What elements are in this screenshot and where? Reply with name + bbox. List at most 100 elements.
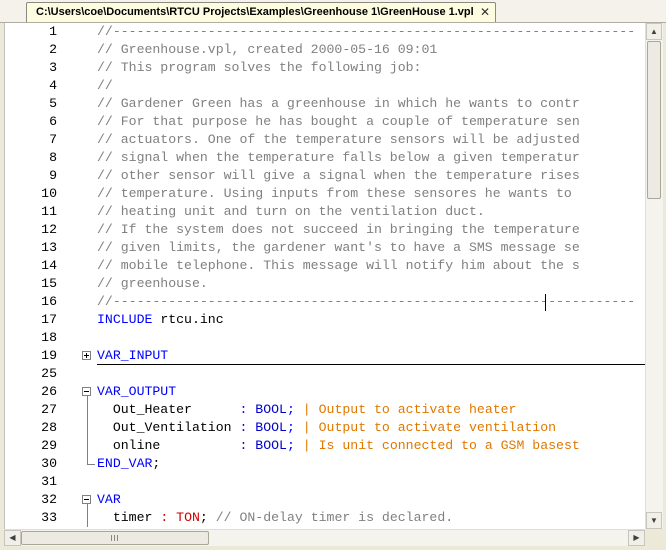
line-number: 26 bbox=[41, 384, 57, 399]
code-token: // temperature. Using inputs from these … bbox=[97, 186, 580, 201]
scroll-left-button[interactable]: ◀ bbox=[4, 530, 21, 546]
code-token: | Output to activate heater bbox=[302, 402, 517, 417]
code-line[interactable]: 30 END_VAR; bbox=[5, 455, 646, 473]
vertical-scroll-thumb[interactable] bbox=[647, 41, 661, 199]
code-token: ; bbox=[286, 402, 295, 417]
fold-end-marker bbox=[81, 455, 95, 473]
tab-strip: C:\Users\coe\Documents\RTCU Projects\Exa… bbox=[0, 0, 666, 23]
code-line[interactable]: 28 Out_Ventilation : BOOL; | Output to a… bbox=[5, 419, 646, 437]
file-tab[interactable]: C:\Users\coe\Documents\RTCU Projects\Exa… bbox=[26, 2, 496, 22]
horizontal-scroll-thumb[interactable] bbox=[21, 531, 209, 545]
line-number: 3 bbox=[49, 60, 57, 75]
file-tab-title: C:\Users\coe\Documents\RTCU Projects\Exa… bbox=[36, 6, 474, 18]
code-line[interactable]: 2 // Greenhouse.vpl, created 2000-05-16 0… bbox=[5, 41, 646, 59]
code-token: ; bbox=[199, 510, 216, 525]
code-token: // greenhouse. bbox=[97, 276, 208, 291]
fold-collapse-icon[interactable] bbox=[81, 383, 95, 401]
line-number: 11 bbox=[41, 204, 57, 219]
code-text: //--------------------------------------… bbox=[97, 23, 635, 41]
code-text: // bbox=[97, 77, 113, 95]
fold-expand-icon[interactable] bbox=[81, 347, 95, 365]
code-token: Out_Heater bbox=[97, 402, 240, 417]
code-line[interactable]: 7 // actuators. One of the temperature se… bbox=[5, 131, 646, 149]
line-number: 14 bbox=[41, 258, 57, 273]
vertical-scrollbar[interactable]: ▲ ▼ bbox=[645, 23, 663, 529]
code-line[interactable]: 5 // Gardener Green has a greenhouse in w… bbox=[5, 95, 646, 113]
code-line[interactable]: 6 // For that purpose he has bought a cou… bbox=[5, 113, 646, 131]
code-token: | Output to activate ventilation bbox=[302, 420, 557, 435]
code-line[interactable]: 13 // given limits, the gardener want's t… bbox=[5, 239, 646, 257]
line-number: 27 bbox=[41, 402, 57, 417]
code-token: INCLUDE bbox=[97, 312, 153, 327]
code-text: // temperature. Using inputs from these … bbox=[97, 185, 580, 203]
code-line[interactable]: 33 timer : TON; // ON-delay timer is dec… bbox=[5, 509, 646, 527]
code-token: // If the system does not succeed in bri… bbox=[97, 222, 580, 237]
code-text: // Gardener Green has a greenhouse in wh… bbox=[97, 95, 580, 113]
code-line[interactable]: 12 // If the system does not succeed in b… bbox=[5, 221, 646, 239]
line-number: 1 bbox=[49, 24, 57, 39]
code-line[interactable]: 25 bbox=[5, 365, 646, 383]
code-line[interactable]: 26 VAR_OUTPUT bbox=[5, 383, 646, 401]
code-text: // other sensor will give a signal when … bbox=[97, 167, 580, 185]
line-number: 18 bbox=[41, 330, 57, 345]
code-token: // given limits, the gardener want's to … bbox=[97, 240, 580, 255]
code-line[interactable]: 1 //-------------------------------------… bbox=[5, 23, 646, 41]
code-text: Out_Ventilation : BOOL; | Output to acti… bbox=[97, 419, 556, 437]
code-token: VAR bbox=[97, 492, 121, 507]
window-bottom-edge bbox=[0, 546, 645, 550]
text-caret bbox=[545, 294, 546, 311]
code-token: online bbox=[97, 438, 240, 453]
code-line[interactable]: 27 Out_Heater : BOOL; | Output to activa… bbox=[5, 401, 646, 419]
code-token: BOOL bbox=[255, 420, 287, 435]
code-line[interactable]: 32 VAR bbox=[5, 491, 646, 509]
code-line[interactable]: 14 // mobile telephone. This message will… bbox=[5, 257, 646, 275]
code-line[interactable]: 19 VAR_INPUT bbox=[5, 347, 646, 365]
code-line[interactable]: 3 // This program solves the following jo… bbox=[5, 59, 646, 77]
line-number: 4 bbox=[49, 78, 57, 93]
code-editor[interactable]: 1 //-------------------------------------… bbox=[4, 23, 646, 529]
code-line[interactable]: 8 // signal when the temperature falls be… bbox=[5, 149, 646, 167]
scroll-right-button[interactable]: ▶ bbox=[628, 530, 645, 546]
line-number: 5 bbox=[49, 96, 57, 111]
code-token: // ON-delay timer is declared. bbox=[215, 510, 454, 525]
horizontal-scrollbar[interactable]: ◀ ▶ bbox=[4, 529, 645, 547]
code-text: // greenhouse. bbox=[97, 275, 208, 293]
code-line[interactable]: 18 bbox=[5, 329, 646, 347]
line-number: 10 bbox=[41, 186, 57, 201]
code-text: // If the system does not succeed in bri… bbox=[97, 221, 580, 239]
code-line[interactable]: 29 online : BOOL; | Is unit connected to… bbox=[5, 437, 646, 455]
code-line[interactable]: 11 // heating unit and turn on the ventil… bbox=[5, 203, 646, 221]
code-token: // Gardener Green has a greenhouse in wh… bbox=[97, 96, 580, 111]
code-line[interactable]: 9 // other sensor will give a signal when… bbox=[5, 167, 646, 185]
code-line[interactable]: 15 // greenhouse. bbox=[5, 275, 646, 293]
code-line[interactable]: 4 // bbox=[5, 77, 646, 95]
code-token: // For that purpose he has bought a coup… bbox=[97, 114, 580, 129]
fold-collapse-icon[interactable] bbox=[81, 491, 95, 509]
code-text: Out_Heater : BOOL; | Output to activate … bbox=[97, 401, 517, 419]
close-tab-icon[interactable]: ✕ bbox=[480, 3, 490, 21]
code-token: //--------------------------------------… bbox=[97, 24, 636, 39]
line-number: 30 bbox=[41, 456, 57, 471]
code-line[interactable]: 16 //------------------------------------… bbox=[5, 293, 646, 311]
code-token: BOOL bbox=[255, 438, 287, 453]
code-line[interactable]: 31 bbox=[5, 473, 646, 491]
fold-guide-line bbox=[81, 419, 95, 437]
line-number: 7 bbox=[49, 132, 57, 147]
code-token: timer bbox=[97, 510, 161, 525]
code-token: // This program solves the following job… bbox=[97, 60, 422, 75]
line-number: 15 bbox=[41, 276, 57, 291]
code-text: online : BOOL; | Is unit connected to a … bbox=[97, 437, 580, 455]
code-text: END_VAR; bbox=[97, 455, 160, 473]
scroll-down-button[interactable]: ▼ bbox=[646, 512, 662, 529]
scroll-up-button[interactable]: ▲ bbox=[646, 23, 662, 40]
line-number: 12 bbox=[41, 222, 57, 237]
code-text: // For that purpose he has bought a coup… bbox=[97, 113, 580, 131]
code-line[interactable]: 10 // temperature. Using inputs from thes… bbox=[5, 185, 646, 203]
scrollbar-corner bbox=[645, 529, 666, 550]
code-line[interactable]: 17 INCLUDE rtcu.inc bbox=[5, 311, 646, 329]
line-number: 19 bbox=[41, 348, 57, 363]
code-token: // bbox=[97, 78, 113, 93]
